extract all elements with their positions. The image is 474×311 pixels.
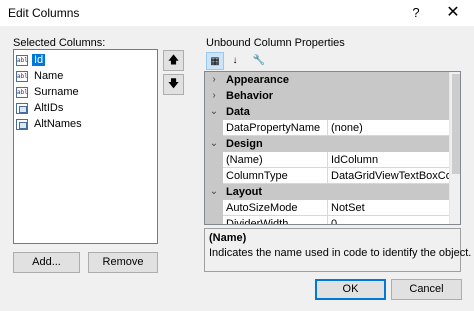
property-value[interactable]: (none): [328, 120, 449, 136]
column-item-label: AltNames: [34, 118, 82, 130]
textbox-column-icon: abl: [16, 70, 28, 82]
add-button[interactable]: Add...: [13, 252, 80, 273]
property-value[interactable]: DataGridViewTextBoxColum: [328, 168, 449, 184]
column-item-altnames[interactable]: AltNames: [16, 116, 84, 132]
move-up-button[interactable]: 🡅: [163, 50, 184, 71]
properties-label: Unbound Column Properties: [206, 37, 345, 49]
category-layout[interactable]: ⌄ Layout: [205, 184, 449, 200]
category-design[interactable]: ⌄ Design: [205, 136, 449, 152]
categorized-icon: ▦: [210, 56, 220, 67]
column-item-altids[interactable]: AltIDs: [16, 100, 65, 116]
categorized-button[interactable]: ▦: [206, 52, 224, 70]
column-item-surname[interactable]: abl Surname: [16, 84, 81, 100]
category-data[interactable]: ⌄ Data: [205, 104, 449, 120]
property-value[interactable]: IdColumn: [328, 152, 449, 168]
cancel-button[interactable]: Cancel: [391, 279, 462, 300]
scrollbar-thumb[interactable]: [452, 74, 460, 174]
property-value[interactable]: 0: [328, 216, 449, 224]
alphabetical-button[interactable]: ↓: [226, 52, 244, 70]
column-item-label: Surname: [34, 86, 79, 98]
property-description-panel: (Name) Indicates the name used in code t…: [204, 228, 471, 272]
column-item-id[interactable]: abl Id: [16, 52, 46, 68]
arrow-up-icon: 🡅: [167, 54, 180, 66]
property-grid-scrollbar[interactable]: [449, 72, 460, 224]
ok-button[interactable]: OK: [315, 279, 386, 300]
textbox-column-icon: abl: [16, 86, 28, 98]
column-item-label: AltIDs: [34, 102, 64, 114]
sort-alphabetical-icon: ↓: [232, 55, 238, 66]
combobox-column-icon: [16, 118, 28, 130]
help-button[interactable]: ?: [402, 0, 430, 26]
category-appearance[interactable]: › Appearance: [205, 72, 449, 88]
property-name: DataPropertyName: [223, 120, 328, 136]
selected-columns-label: Selected Columns:: [13, 37, 106, 49]
column-item-label: Id: [32, 54, 46, 66]
property-name: ColumnType: [223, 168, 328, 184]
description-title: (Name): [209, 232, 247, 244]
property-name: AutoSizeMode: [223, 200, 328, 216]
edit-columns-dialog: Edit Columns ? ✕ Selected Columns: abl I…: [0, 0, 474, 311]
property-row-dividerwidth[interactable]: DividerWidth 0: [205, 216, 449, 224]
chevron-down-icon: ⌄: [209, 138, 219, 149]
move-down-button[interactable]: 🡇: [163, 74, 184, 95]
column-item-label: Name: [34, 70, 64, 82]
chevron-down-icon: ⌄: [209, 106, 219, 117]
property-name: DividerWidth: [223, 216, 328, 224]
property-row-columntype[interactable]: ColumnType DataGridViewTextBoxColum: [205, 168, 449, 184]
arrow-down-icon: 🡇: [167, 78, 180, 90]
property-name: (Name): [223, 152, 328, 168]
property-grid[interactable]: › Appearance › Behavior ⌄ Data DataPrope…: [204, 71, 461, 225]
description-text: Indicates the name used in code to ident…: [209, 247, 472, 259]
property-grid-toolbar: ▦ ↓ 🔧: [206, 52, 272, 70]
combobox-column-icon: [16, 102, 28, 114]
property-row-autosizemode[interactable]: AutoSizeMode NotSet: [205, 200, 449, 216]
category-behavior[interactable]: › Behavior: [205, 88, 449, 104]
chevron-right-icon: ›: [212, 90, 216, 101]
selected-columns-list[interactable]: abl Id abl Name abl Surname AltIDs AltNa…: [13, 49, 158, 244]
property-value[interactable]: NotSet: [328, 200, 449, 216]
property-row-datapropertyname[interactable]: DataPropertyName (none): [205, 120, 449, 136]
column-item-name[interactable]: abl Name: [16, 68, 65, 84]
property-row-name[interactable]: (Name) IdColumn: [205, 152, 449, 168]
wrench-icon: 🔧: [252, 55, 266, 66]
title-bar: Edit Columns ? ✕: [0, 0, 474, 26]
textbox-column-icon: abl: [16, 54, 28, 66]
remove-button[interactable]: Remove: [88, 252, 158, 273]
dialog-title: Edit Columns: [8, 6, 80, 20]
chevron-right-icon: ›: [212, 74, 216, 85]
property-pages-button[interactable]: 🔧: [250, 52, 268, 70]
chevron-down-icon: ⌄: [209, 186, 219, 197]
close-button[interactable]: ✕: [432, 0, 474, 26]
